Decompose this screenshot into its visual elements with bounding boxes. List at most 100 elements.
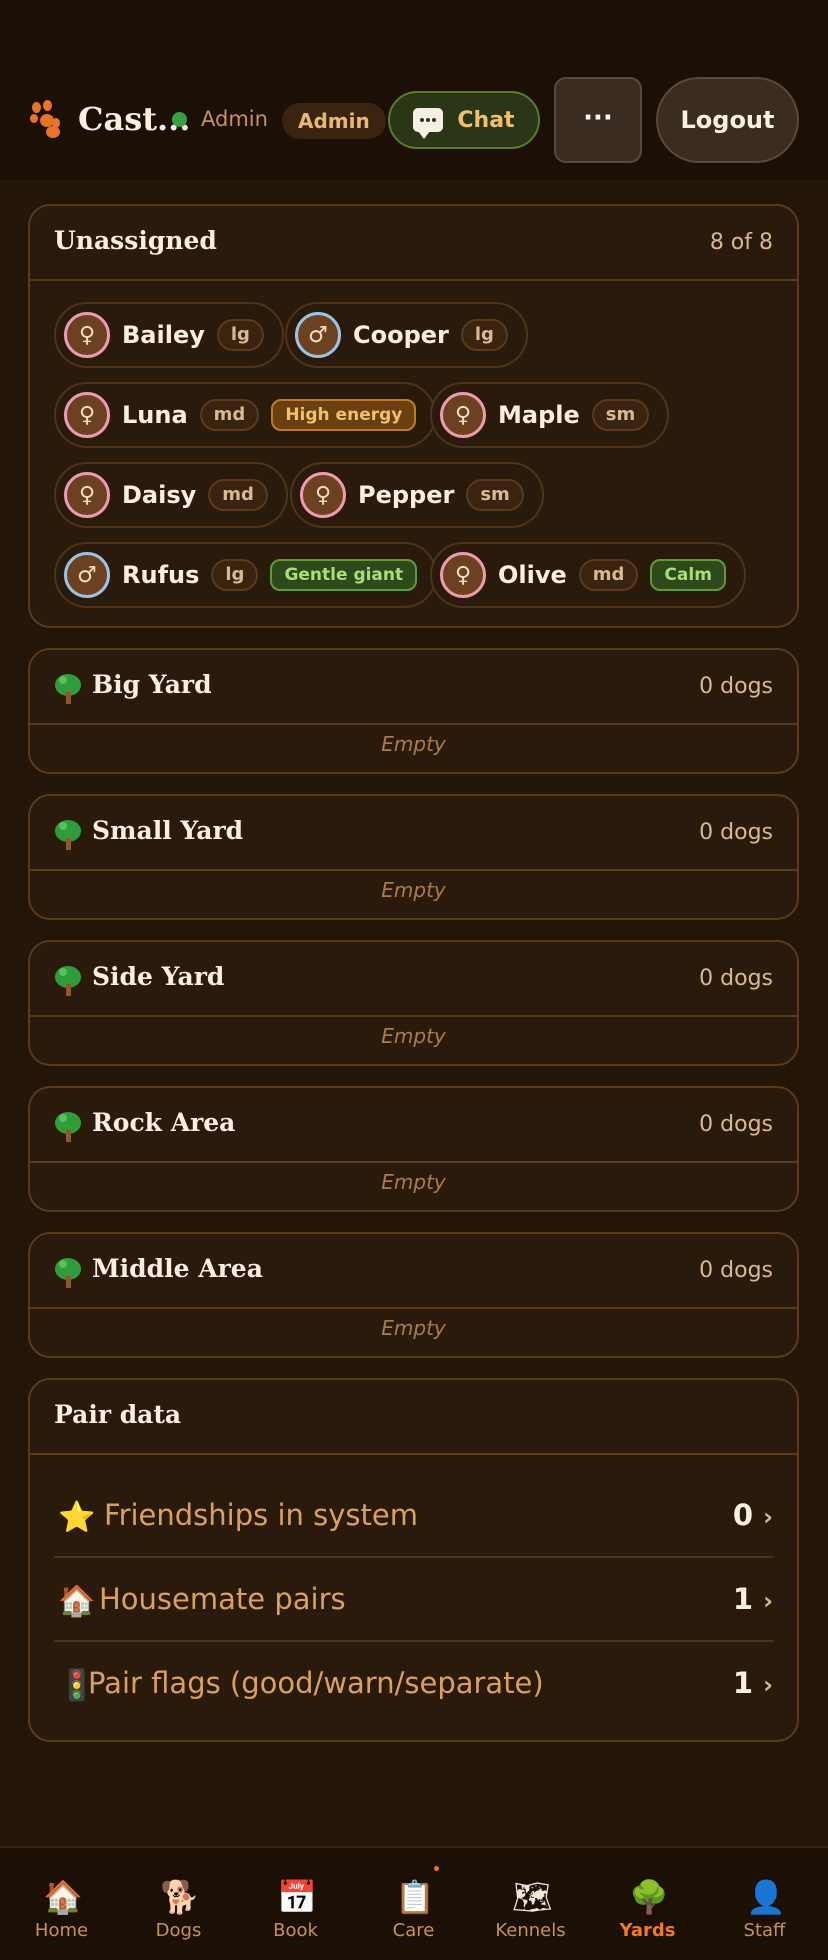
chevron-right-icon: › <box>763 1503 773 1531</box>
dog-name: Rufus <box>122 561 200 589</box>
role-badge: Admin <box>282 103 386 139</box>
nav-staff[interactable]: 👤 Staff <box>706 1848 823 1960</box>
dog-name: Maple <box>498 401 580 429</box>
dog-chip-cooper[interactable]: ♂ Cooper lg <box>285 302 528 368</box>
top-bar: Cast... Admin Admin Chat ··· Logout <box>0 0 828 180</box>
pair-row-friendships[interactable]: ⭐ Friendships in system 0 › <box>54 1476 773 1558</box>
tree-icon <box>55 820 81 850</box>
chat-button[interactable]: Chat <box>388 91 540 149</box>
dog-name: Olive <box>498 561 567 589</box>
tree-icon <box>55 674 81 704</box>
trait-tag: High energy <box>271 399 417 431</box>
female-avatar-icon: ♀ <box>440 392 486 438</box>
pair-data-header: Pair data <box>30 1380 797 1455</box>
user-role-text: Admin <box>201 107 268 131</box>
nav-book[interactable]: 📅 Book <box>237 1848 354 1960</box>
yard-header: Small Yard 0 dogs <box>30 796 797 871</box>
size-tag: md <box>208 479 268 511</box>
bottom-nav: 🏠 Home 🐕 Dogs 📅 Book 📋 Care 🗺 Kennels 🌳 … <box>0 1846 828 1960</box>
pair-row-label: Friendships in system <box>104 1498 418 1532</box>
pair-row-value: 1 › <box>732 1582 773 1616</box>
unassigned-header: Unassigned 8 of 8 <box>30 206 797 281</box>
nav-label: Home <box>34 1920 89 1941</box>
nav-home[interactable]: 🏠 Home <box>3 1848 120 1960</box>
tree-icon: 🌳 <box>629 1878 669 1916</box>
yard-card-side-yard[interactable]: Side Yard 0 dogs Empty <box>28 940 799 1066</box>
pair-row-value: 0 › <box>732 1498 773 1532</box>
brand[interactable]: Cast... <box>30 100 190 138</box>
yard-header: Big Yard 0 dogs <box>30 650 797 725</box>
dog-chip-rufus[interactable]: ♂ Rufus lg Gentle giant <box>54 542 438 608</box>
dog-chip-bailey[interactable]: ♀ Bailey lg <box>54 302 284 368</box>
dog-chip-luna[interactable]: ♀ Luna md High energy <box>54 382 437 448</box>
size-tag: md <box>199 399 260 431</box>
yard-empty-text: Empty <box>381 1024 446 1048</box>
yard-count: 0 dogs <box>699 820 773 845</box>
nav-label: Care <box>392 1920 435 1941</box>
size-tag: md <box>578 559 639 591</box>
yard-count: 0 dogs <box>699 1112 773 1137</box>
dog-icon: 🐕 <box>160 1878 200 1916</box>
yard-name: Rock Area <box>92 1108 236 1137</box>
male-avatar-icon: ♂ <box>295 312 341 358</box>
yard-empty-text: Empty <box>381 878 446 902</box>
paw-icon <box>30 100 68 138</box>
yard-empty-text: Empty <box>381 1170 446 1194</box>
size-tag: lg <box>216 319 264 351</box>
trait-tag: Gentle giant <box>270 559 418 591</box>
online-status-dot <box>172 112 187 127</box>
nav-label: Staff <box>743 1920 786 1941</box>
chat-button-label: Chat <box>457 107 515 133</box>
pair-row-value: 1 › <box>732 1666 773 1700</box>
dog-chip-pepper[interactable]: ♀ Pepper sm <box>290 462 544 528</box>
nav-label: Yards <box>619 1920 676 1941</box>
nav-yards[interactable]: 🌳 Yards <box>589 1848 706 1960</box>
tree-icon <box>55 1258 81 1288</box>
house-icon: 🏠 <box>43 1878 83 1916</box>
nav-care[interactable]: 📋 Care <box>355 1848 472 1960</box>
unassigned-count: 8 of 8 <box>709 230 773 255</box>
yard-card-rock-area[interactable]: Rock Area 0 dogs Empty <box>28 1086 799 1212</box>
pair-row-housemates[interactable]: 🏠 Housemate pairs 1 › <box>54 1560 773 1642</box>
nav-label: Book <box>273 1920 318 1941</box>
dog-chip-olive[interactable]: ♀ Olive md Calm <box>430 542 746 608</box>
dog-name: Pepper <box>358 481 455 509</box>
more-menu-button[interactable]: ··· <box>554 77 642 163</box>
yard-card-middle-area[interactable]: Middle Area 0 dogs Empty <box>28 1232 799 1358</box>
house-icon: 🏠 <box>58 1584 96 1619</box>
dog-name: Bailey <box>122 321 205 349</box>
calendar-icon: 📅 <box>277 1878 317 1916</box>
female-avatar-icon: ♀ <box>64 312 110 358</box>
dog-chip-daisy[interactable]: ♀ Daisy md <box>54 462 288 528</box>
unassigned-card: Unassigned 8 of 8 ♀ Bailey lg ♂ Cooper l… <box>28 204 799 628</box>
yard-header: Side Yard 0 dogs <box>30 942 797 1017</box>
yard-name: Side Yard <box>92 962 225 991</box>
chevron-right-icon: › <box>763 1671 773 1699</box>
tree-icon <box>55 1112 81 1142</box>
dog-name: Daisy <box>122 481 197 509</box>
yard-name: Big Yard <box>92 670 212 699</box>
chat-bubble-icon <box>413 108 444 139</box>
tree-icon <box>55 966 81 996</box>
male-avatar-icon: ♂ <box>64 552 110 598</box>
female-avatar-icon: ♀ <box>440 552 486 598</box>
map-icon: 🗺 <box>512 1878 553 1916</box>
size-tag: lg <box>460 319 508 351</box>
pair-row-flags[interactable]: 🚦 Pair flags (good/warn/separate) 1 › <box>54 1644 773 1726</box>
staff-icon: 👤 <box>746 1878 786 1916</box>
nav-kennels[interactable]: 🗺 Kennels <box>472 1848 589 1960</box>
logout-button[interactable]: Logout <box>656 77 799 163</box>
yard-name: Middle Area <box>92 1254 263 1283</box>
yard-count: 0 dogs <box>699 1258 773 1283</box>
size-tag: sm <box>591 399 650 431</box>
yard-empty-text: Empty <box>381 1316 446 1340</box>
yard-empty-text: Empty <box>381 732 446 756</box>
female-avatar-icon: ♀ <box>300 472 346 518</box>
yard-card-big-yard[interactable]: Big Yard 0 dogs Empty <box>28 648 799 774</box>
yard-count: 0 dogs <box>699 674 773 699</box>
nav-dogs[interactable]: 🐕 Dogs <box>120 1848 237 1960</box>
dog-chip-maple[interactable]: ♀ Maple sm <box>430 382 670 448</box>
care-notification-dot <box>434 1866 439 1871</box>
yard-name: Small Yard <box>92 816 244 845</box>
yard-card-small-yard[interactable]: Small Yard 0 dogs Empty <box>28 794 799 920</box>
